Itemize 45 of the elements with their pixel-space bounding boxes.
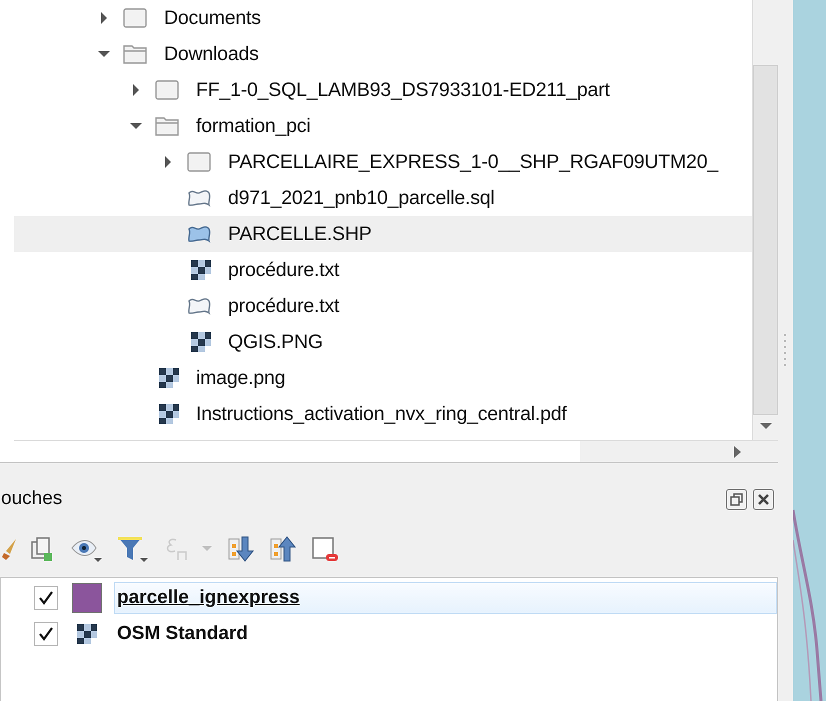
expand-arrow-icon[interactable] bbox=[130, 84, 142, 96]
tree-item[interactable]: formation_pci bbox=[14, 108, 752, 144]
checkmark-icon bbox=[39, 627, 53, 641]
toolbar-button[interactable] bbox=[2, 538, 16, 560]
tree-item[interactable]: PARCELLAIRE_EXPRESS_1-0__SHP_RGAF09UTM20_ bbox=[14, 144, 752, 180]
float-button[interactable] bbox=[726, 488, 747, 510]
tree-item[interactable]: FF_1-0_SQL_LAMB93_DS7933101-ED211_part bbox=[14, 72, 752, 108]
folder-icon bbox=[186, 151, 212, 173]
close-icon bbox=[757, 492, 770, 506]
tree-item[interactable]: QGIS.PNG bbox=[14, 324, 752, 360]
tree-item[interactable]: d971_2021_pnb10_parcelle.sql bbox=[14, 180, 752, 216]
folder-icon bbox=[154, 79, 180, 101]
tree-item[interactable]: Documents bbox=[14, 0, 752, 36]
checkmark-icon bbox=[39, 591, 53, 605]
tree-item[interactable]: PARCELLE.SHP bbox=[14, 216, 752, 252]
layer-name[interactable]: OSM Standard bbox=[114, 618, 249, 650]
tree-item[interactable]: Downloads bbox=[14, 36, 752, 72]
folder-icon bbox=[122, 7, 148, 29]
toolbar-button[interactable] bbox=[116, 534, 150, 564]
toolbar-button[interactable] bbox=[226, 534, 256, 564]
scroll-right-icon[interactable] bbox=[734, 446, 742, 458]
paintbrush-icon bbox=[2, 538, 16, 560]
scrollbar[interactable] bbox=[752, 0, 778, 440]
tree-item[interactable]: image.png bbox=[14, 360, 752, 396]
filter-icon bbox=[116, 534, 150, 564]
checkbox[interactable] bbox=[34, 586, 58, 610]
float-icon bbox=[730, 492, 743, 506]
tree-item[interactable]: procédure.txt bbox=[14, 288, 752, 324]
collapse-arrow-icon[interactable] bbox=[130, 120, 142, 132]
tree-item[interactable]: procédure.txt bbox=[14, 252, 752, 288]
arrow-up-icon bbox=[268, 534, 298, 564]
layer-name[interactable]: parcelle_ignexpress bbox=[114, 582, 777, 614]
tree-item[interactable]: Instructions_activation_nvx_ring_central.pdf bbox=[14, 396, 752, 432]
scroll-down-icon[interactable] bbox=[760, 423, 772, 431]
expand-arrow-icon[interactable] bbox=[98, 12, 110, 24]
checkbox[interactable] bbox=[34, 622, 58, 646]
toolbar-button[interactable] bbox=[268, 534, 298, 564]
close-button[interactable] bbox=[753, 488, 774, 510]
panel-title: ouches bbox=[1, 488, 62, 510]
folder-icon bbox=[154, 115, 180, 137]
splitter-grip-icon[interactable] bbox=[784, 334, 787, 368]
expand-arrow-icon[interactable] bbox=[162, 156, 174, 168]
folder-icon bbox=[122, 43, 148, 65]
collapse-arrow-icon[interactable] bbox=[98, 48, 110, 60]
arrow-down-icon bbox=[226, 534, 256, 564]
